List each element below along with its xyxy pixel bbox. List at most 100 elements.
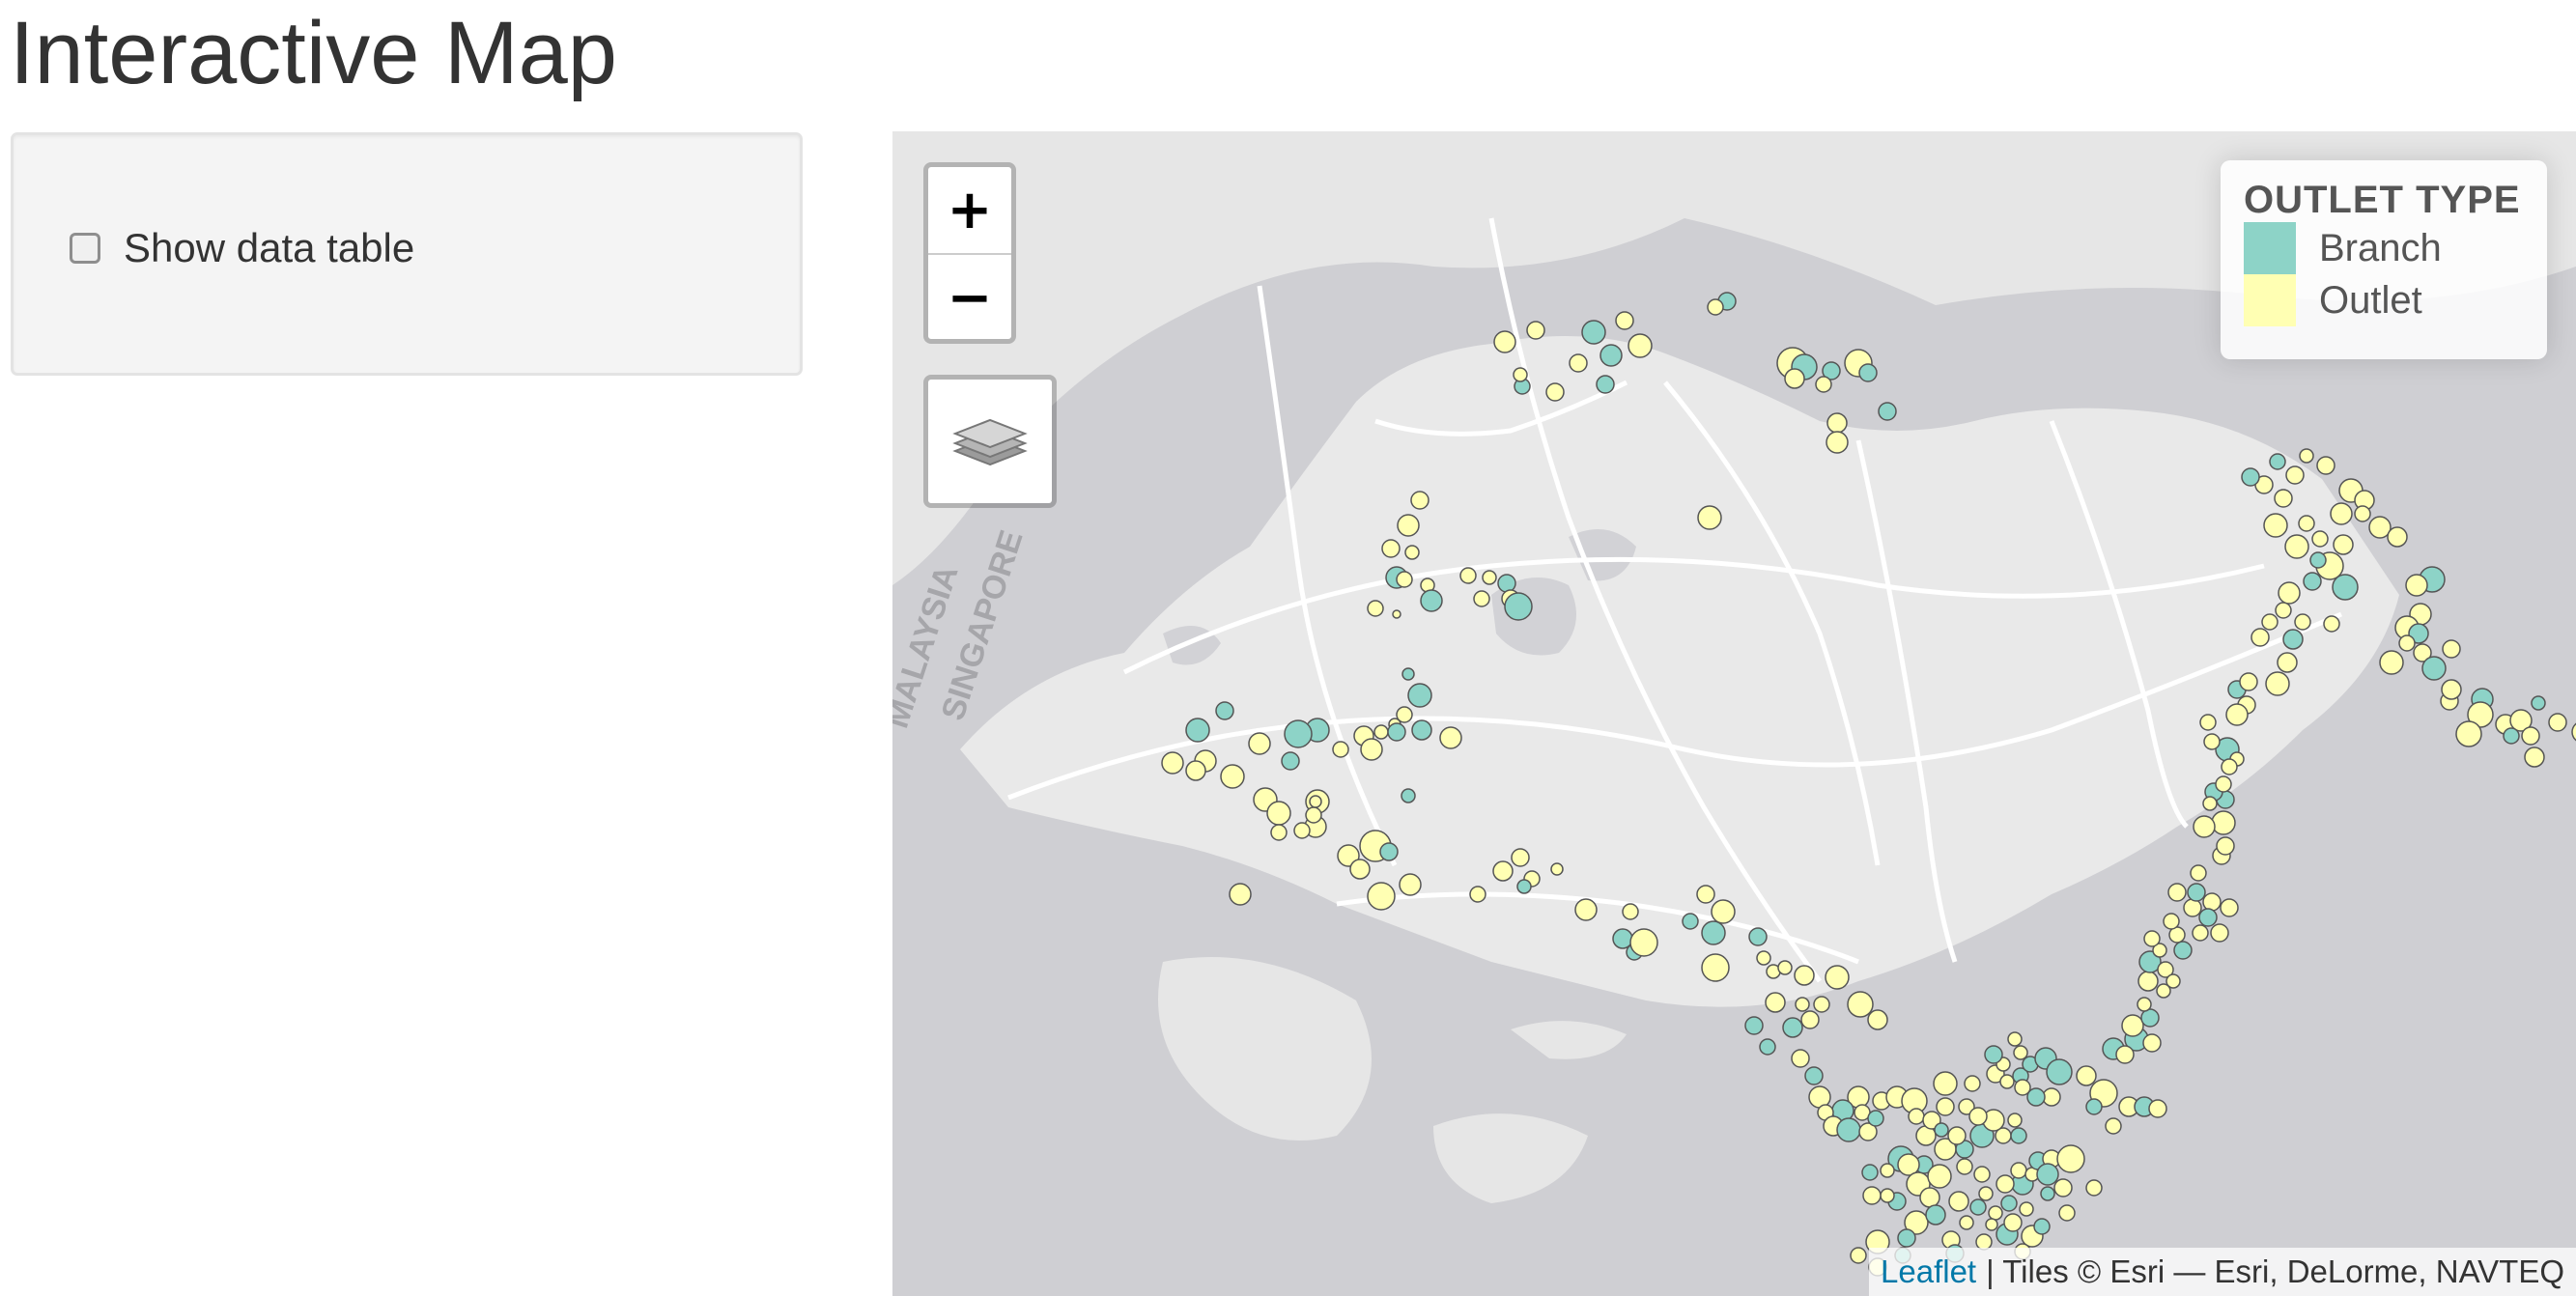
outlet-marker [1968,1107,1988,1126]
outlet-marker [1373,724,1389,740]
outlet-marker [1707,298,1724,316]
outlet-marker [1459,567,1477,584]
leaflet-link[interactable]: Leaflet [1881,1254,1976,1290]
legend-title: OUTLET TYPE [2244,179,2521,221]
outlet-marker [2284,534,2309,559]
outlet-marker [1697,505,1722,530]
outlet-marker [1936,1097,1955,1116]
legend-label-branch: Branch [2319,226,2442,269]
outlet-marker [2278,581,2301,605]
outlet-marker [1927,1164,1952,1189]
branch-marker [2040,1186,2055,1201]
outlet-marker [2274,489,2293,508]
outlet-marker [1628,333,1653,358]
outlet-marker [2192,924,2209,942]
outlet-marker [1550,862,1564,876]
layers-icon [952,418,1028,466]
outlet-marker [2115,1045,2135,1064]
outlet-marker [1756,950,1771,966]
map[interactable]: MALAYSIA SINGAPORE + − OUTLET TYPE Branc… [892,131,2576,1296]
outlet-marker [1270,824,1288,841]
show-data-table-label: Show data table [124,225,415,270]
outlet-marker [1711,899,1736,924]
branch-marker [1934,1122,1949,1138]
sidebar-panel: Show data table [11,132,803,376]
branch-marker [1185,718,1210,743]
branch-marker [1581,320,1606,345]
branch-marker [1897,1228,1916,1248]
attribution-text: | Tiles © Esri — Esri, DeLorme, NAVTEQ [1986,1254,2564,1289]
outlet-marker [2250,628,2270,647]
outlet-marker [1919,1187,1940,1208]
branch-marker [1878,402,1897,421]
outlet-marker [2387,526,2408,548]
layers-control-button[interactable] [923,375,1057,508]
outlet-marker [1622,903,1639,920]
branch-marker [1804,1066,1824,1085]
branch-marker [1596,375,1615,394]
branch-marker [2046,1058,2073,1085]
outlet-marker [1367,600,1384,617]
outlet-marker [2265,671,2290,696]
outlet-marker [1220,764,1245,789]
branch-marker [1984,1045,2003,1064]
outlet-marker [1392,609,1401,619]
branch-marker [2010,1127,2027,1144]
outlet-marker [2294,613,2311,631]
outlet-marker [2007,1113,2023,1128]
zoom-in-button[interactable]: + [928,167,1011,255]
branch-marker [1969,1198,1987,1216]
outlet-marker [2010,1162,2027,1179]
branch-marker [1759,1038,1776,1056]
outlet-marker [2085,1179,2103,1197]
branch-marker [1682,913,1699,930]
outlet-marker [1439,726,1462,749]
show-data-table-option[interactable]: Show data table [70,224,414,272]
branch-marker [1782,1017,1803,1038]
outlet-marker [2220,898,2239,917]
outlet-marker [2137,971,2159,992]
outlet-marker [1367,882,1396,911]
branch-marker [2173,941,2193,960]
outlet-marker [2225,703,2249,726]
branch-marker [2421,656,2447,681]
outlet-marker [1964,1075,1981,1092]
outlet-marker [1815,376,1832,393]
outlet-marker [2323,615,2340,633]
outlet-marker [1701,953,1730,982]
show-data-table-checkbox[interactable] [70,233,100,264]
outlet-marker [2143,930,2161,947]
outlet-marker [2053,1178,2073,1197]
outlet-marker [1248,732,1271,755]
outlet-marker [1947,1126,1967,1145]
outlet-marker [1880,1163,1895,1178]
outlet-marker [2199,714,2217,731]
outlet-marker [2285,465,2305,485]
outlet-marker [1473,590,1490,607]
outlet-marker [1956,1158,1973,1175]
branch-marker [2269,453,2286,470]
outlet-marker [1999,1074,2015,1089]
branch-marker [1387,722,1406,742]
outlet-marker [2211,810,2236,835]
outlet-marker [1959,1215,1974,1230]
outlet-marker [2521,726,2540,746]
outlet-marker [2298,515,2315,532]
legend-swatch-outlet [2244,274,2296,326]
outlet-marker [2137,997,2152,1012]
outlet-marker [2216,836,2235,856]
outlet-marker [2183,898,2202,917]
outlet-marker [2167,883,2187,902]
outlet-marker [2442,639,2461,659]
outlet-marker [2076,1065,2097,1086]
outlet-marker [1305,806,1322,824]
outlet-marker [2193,815,2216,838]
branch-marker [1281,751,1300,771]
outlet-marker [1629,928,1658,957]
branch-marker [1861,1164,1879,1181]
map-attribution: Leaflet | Tiles © Esri — Esri, DeLorme, … [1869,1248,2576,1296]
branch-marker [1858,363,1878,382]
outlet-marker [1948,1191,1969,1212]
zoom-out-button[interactable]: − [928,255,1011,341]
outlet-marker [2316,456,2335,475]
